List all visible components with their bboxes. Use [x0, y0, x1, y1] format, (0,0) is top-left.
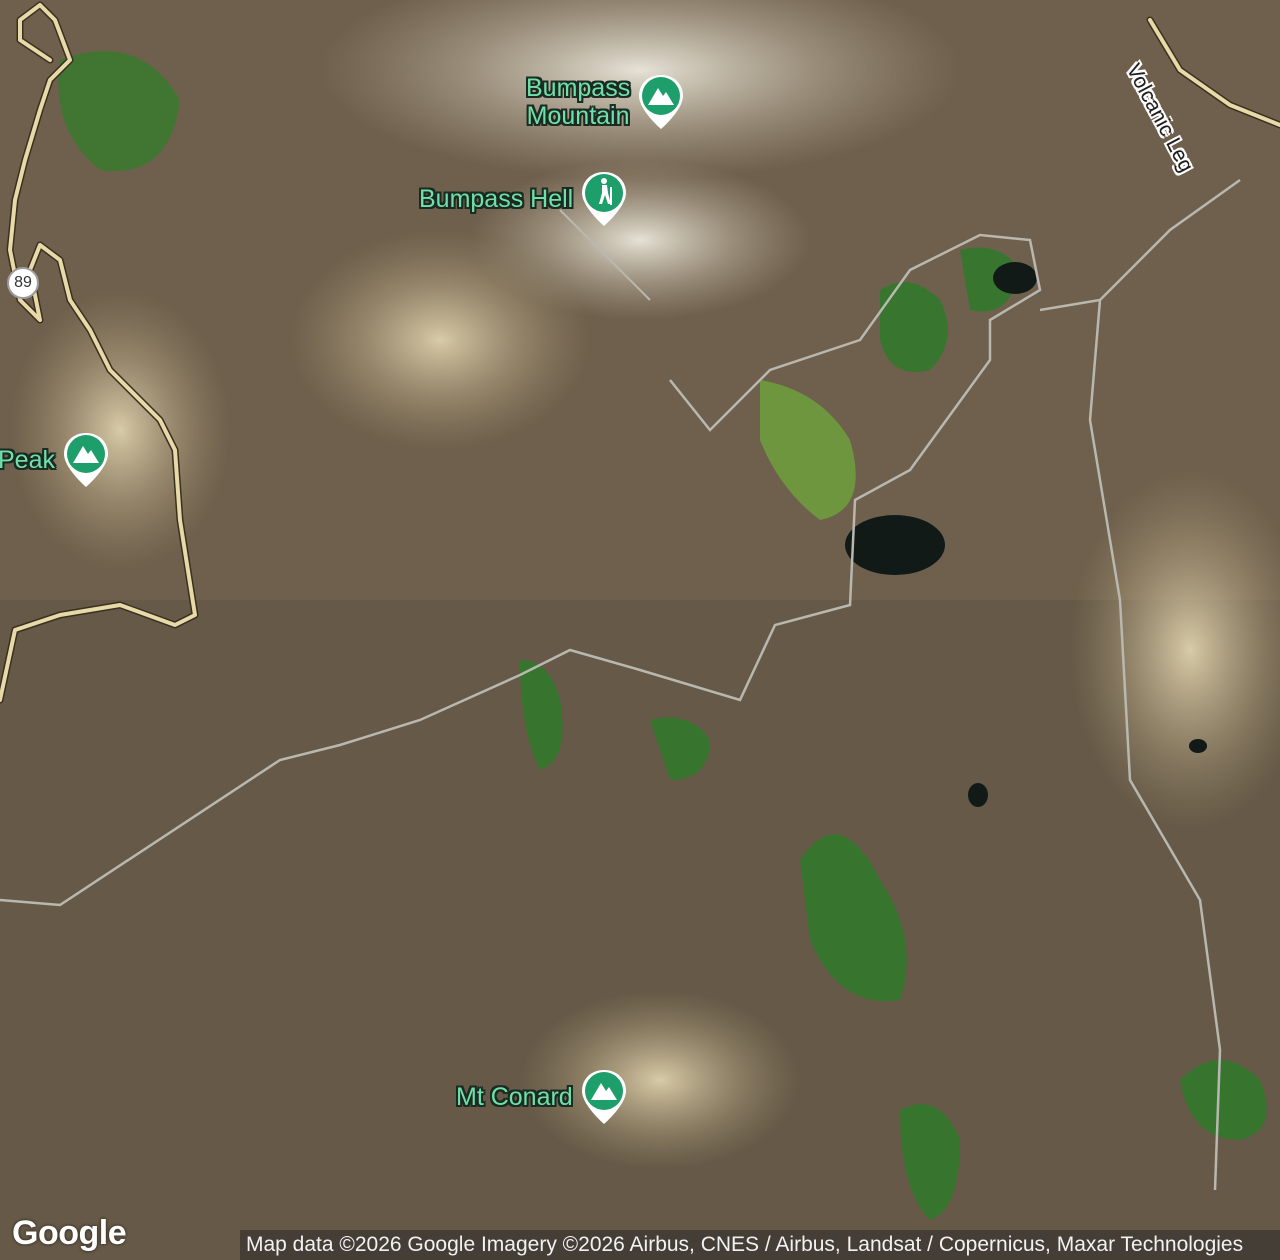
lake [845, 515, 945, 575]
poi-label: Mt Conard [456, 1083, 573, 1111]
barren-slope [10, 290, 230, 570]
poi-mt-conard[interactable]: Mt Conard [456, 1068, 629, 1126]
poi-bumpass-hell[interactable]: Bumpass Hell [419, 170, 629, 228]
google-logo[interactable]: Google [12, 1214, 127, 1253]
poi-label: Bumpass Mountain [526, 74, 631, 130]
lake [1189, 739, 1207, 753]
lake [968, 783, 988, 807]
mountain-icon [63, 433, 108, 487]
poi-label: Peak [0, 446, 55, 474]
route-89-shield: 89 [7, 267, 39, 299]
poi-label: Bumpass Hell [419, 185, 574, 213]
barren-slope [290, 230, 590, 450]
satellite-terrain[interactable] [0, 0, 1280, 1260]
map-attribution[interactable]: Map data ©2026 Google Imagery ©2026 Airb… [240, 1230, 1280, 1260]
mountain-icon [639, 75, 684, 129]
mountain-icon [581, 1070, 626, 1124]
hiking-icon [582, 172, 627, 226]
satellite-map[interactable]: Bumpass Mountain Bumpass Hell Peak Mt Co… [0, 0, 1280, 1260]
lake [993, 262, 1037, 294]
poi-bumpass-mountain[interactable]: Bumpass Mountain [526, 73, 686, 131]
poi-peak[interactable]: Peak [0, 431, 111, 489]
